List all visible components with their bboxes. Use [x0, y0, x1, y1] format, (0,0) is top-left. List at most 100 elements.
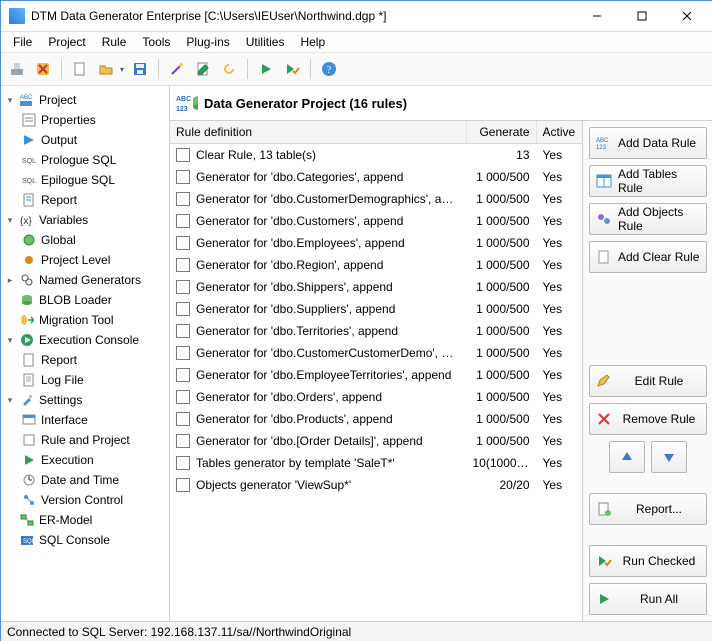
add-data-rule-button[interactable]: ABC123 Add Data Rule	[589, 127, 707, 159]
open-dropdown[interactable]: ▾	[118, 58, 126, 80]
tree-version-control[interactable]: Version Control	[3, 490, 167, 510]
maximize-button[interactable]	[619, 2, 664, 30]
tree-execution[interactable]: Execution	[3, 450, 167, 470]
tree-sql-console[interactable]: SQL SQL Console	[3, 530, 167, 550]
table-row[interactable]: Generator for 'dbo.Suppliers', append1 0…	[170, 298, 583, 320]
edit-rule-icon[interactable]	[191, 57, 215, 81]
table-row[interactable]: Generator for 'dbo.Employees', append1 0…	[170, 232, 583, 254]
expand-icon[interactable]: ▾	[5, 395, 15, 406]
tree-label: Execution Console	[39, 333, 139, 347]
tree-blob-loader[interactable]: BLOB Loader	[3, 290, 167, 310]
col-generate[interactable]: Generate	[466, 121, 536, 144]
collapse-icon[interactable]: ▸	[5, 275, 15, 286]
table-row[interactable]: Generator for 'dbo.Orders', append1 000/…	[170, 386, 583, 408]
table-row[interactable]: Clear Rule, 13 table(s)13Yes	[170, 144, 583, 167]
menu-plugins[interactable]: Plug-ins	[178, 33, 237, 51]
move-up-button[interactable]	[609, 441, 645, 473]
checkbox[interactable]	[176, 434, 190, 448]
tree-date-time[interactable]: Date and Time	[3, 470, 167, 490]
menu-rule[interactable]: Rule	[94, 33, 135, 51]
close-button[interactable]	[664, 2, 709, 30]
checkbox[interactable]	[176, 390, 190, 404]
checkbox[interactable]	[176, 280, 190, 294]
globe-icon	[21, 232, 37, 248]
open-icon[interactable]	[94, 57, 118, 81]
tree-project-level[interactable]: Project Level	[3, 250, 167, 270]
tree-settings[interactable]: ▾ Settings	[3, 390, 167, 410]
tree-rule-project[interactable]: Rule and Project	[3, 430, 167, 450]
checkbox[interactable]	[176, 170, 190, 184]
wizard-icon[interactable]	[165, 57, 189, 81]
expand-icon[interactable]: ▾	[5, 335, 15, 346]
checkbox[interactable]	[176, 148, 190, 162]
table-row[interactable]: Generator for 'dbo.CustomerDemographics'…	[170, 188, 583, 210]
move-down-button[interactable]	[651, 441, 687, 473]
rules-grid[interactable]: Rule definition Generate Active Note Cle…	[170, 121, 583, 621]
table-row[interactable]: Objects generator 'ViewSup*'20/20Yes	[170, 474, 583, 496]
minimize-button[interactable]	[574, 2, 619, 30]
tree-interface[interactable]: Interface	[3, 410, 167, 430]
run-icon[interactable]	[254, 57, 278, 81]
remove-rule-button[interactable]: Remove Rule	[589, 403, 707, 435]
expand-icon[interactable]: ▾	[5, 95, 15, 106]
checkbox[interactable]	[176, 346, 190, 360]
help-icon[interactable]: ?	[317, 57, 341, 81]
table-row[interactable]: Generator for 'dbo.EmployeeTerritories',…	[170, 364, 583, 386]
checkbox[interactable]	[176, 192, 190, 206]
menu-tools[interactable]: Tools	[134, 33, 178, 51]
checkbox[interactable]	[176, 412, 190, 426]
table-row[interactable]: Generator for 'dbo.CustomerCustomerDemo'…	[170, 342, 583, 364]
table-row[interactable]: Generator for 'dbo.[Order Details]', app…	[170, 430, 583, 452]
tree-project[interactable]: ▾ ABC Project	[3, 90, 167, 110]
new-icon[interactable]	[68, 57, 92, 81]
checkbox[interactable]	[176, 258, 190, 272]
checkbox[interactable]	[176, 368, 190, 382]
disconnect-icon[interactable]	[31, 57, 55, 81]
add-tables-rule-button[interactable]: Add Tables Rule	[589, 165, 707, 197]
run-checked-icon[interactable]	[280, 57, 304, 81]
col-definition[interactable]: Rule definition	[170, 121, 466, 144]
save-icon[interactable]	[128, 57, 152, 81]
table-row[interactable]: Generator for 'dbo.Customers', append1 0…	[170, 210, 583, 232]
table-row[interactable]: Generator for 'dbo.Products', append1 00…	[170, 408, 583, 430]
tree-migration-tool[interactable]: Migration Tool	[3, 310, 167, 330]
tree-epilogue[interactable]: SQL Epilogue SQL	[3, 170, 167, 190]
table-row[interactable]: Generator for 'dbo.Shippers', append1 00…	[170, 276, 583, 298]
tree-execution-console[interactable]: ▾ Execution Console	[3, 330, 167, 350]
tree-global[interactable]: Global	[3, 230, 167, 250]
checkbox[interactable]	[176, 456, 190, 470]
run-checked-button[interactable]: Run Checked	[589, 545, 707, 577]
checkbox[interactable]	[176, 478, 190, 492]
checkbox[interactable]	[176, 236, 190, 250]
checkbox[interactable]	[176, 324, 190, 338]
tree-variables[interactable]: ▾ {x} Variables	[3, 210, 167, 230]
menu-utilities[interactable]: Utilities	[238, 33, 293, 51]
col-active[interactable]: Active	[536, 121, 583, 144]
menu-project[interactable]: Project	[40, 33, 93, 51]
menu-file[interactable]: File	[5, 33, 40, 51]
expand-icon[interactable]: ▾	[5, 215, 15, 226]
checkbox[interactable]	[176, 302, 190, 316]
tree-named-generators[interactable]: ▸ Named Generators	[3, 270, 167, 290]
tree-ec-log[interactable]: Log File	[3, 370, 167, 390]
tree-properties[interactable]: Properties	[3, 110, 167, 130]
table-row[interactable]: Generator for 'dbo.Categories', append1 …	[170, 166, 583, 188]
report-button[interactable]: Report...	[589, 493, 707, 525]
checkbox[interactable]	[176, 214, 190, 228]
refresh-icon[interactable]	[217, 57, 241, 81]
table-row[interactable]: Generator for 'dbo.Region', append1 000/…	[170, 254, 583, 276]
table-row[interactable]: Tables generator by template 'SaleT*'10(…	[170, 452, 583, 474]
tree-report[interactable]: Report	[3, 190, 167, 210]
table-row[interactable]: Generator for 'dbo.Territories', append1…	[170, 320, 583, 342]
run-all-button[interactable]: Run All	[589, 583, 707, 615]
add-objects-rule-button[interactable]: Add Objects Rule	[589, 203, 707, 235]
cell-definition-text: Generator for 'dbo.Products', append	[196, 412, 393, 426]
tree-ec-report[interactable]: Report	[3, 350, 167, 370]
tree-prologue[interactable]: SQL Prologue SQL	[3, 150, 167, 170]
edit-rule-button[interactable]: Edit Rule	[589, 365, 707, 397]
connect-icon[interactable]	[5, 57, 29, 81]
tree-er-model[interactable]: ER-Model	[3, 510, 167, 530]
add-clear-rule-button[interactable]: Add Clear Rule	[589, 241, 707, 273]
tree-output[interactable]: Output	[3, 130, 167, 150]
menu-help[interactable]: Help	[292, 33, 333, 51]
